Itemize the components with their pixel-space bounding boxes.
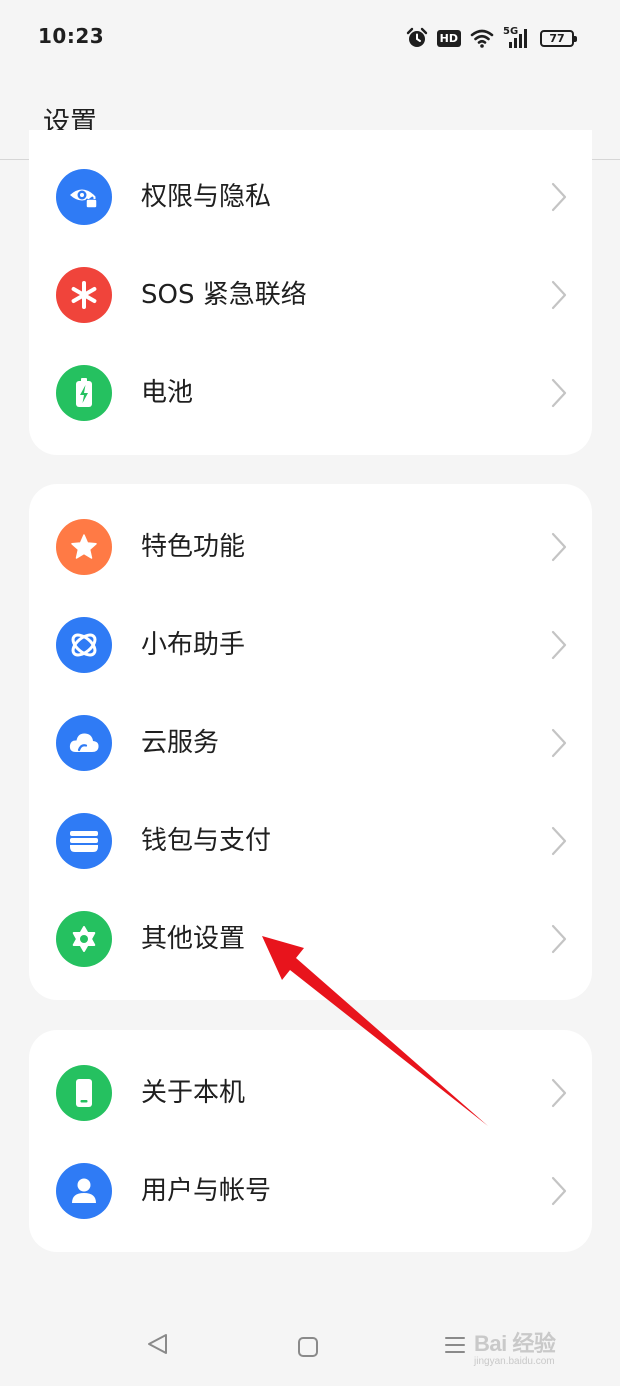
status-bar: 10:23 HD 5G 77	[0, 0, 620, 76]
status-icons: HD 5G 77	[406, 25, 577, 51]
settings-item-battery[interactable]: 电池	[29, 344, 592, 442]
hd-icon: HD	[436, 29, 461, 47]
chevron-right-icon	[551, 924, 567, 954]
chevron-right-icon	[551, 728, 567, 758]
settings-item-other[interactable]: 其他设置	[29, 890, 592, 988]
wifi-icon	[470, 28, 494, 48]
star-icon	[56, 519, 112, 575]
settings-item-label: 权限与隐私	[141, 182, 272, 212]
chevron-right-icon	[551, 532, 567, 562]
settings-item-label: 小布助手	[141, 630, 246, 660]
chevron-right-icon	[551, 182, 567, 212]
back-icon[interactable]	[146, 1333, 170, 1355]
settings-group-3: 关于本机 用户与帐号	[29, 1030, 592, 1252]
settings-item-label: 其他设置	[141, 924, 246, 954]
battery-charge-icon	[56, 365, 112, 421]
chevron-right-icon	[551, 826, 567, 856]
settings-item-about[interactable]: 关于本机	[29, 1044, 592, 1142]
menu-icon[interactable]	[444, 1335, 466, 1355]
settings-group-2: 特色功能 小布助手 云服务 钱包与支付 其他设置	[29, 484, 592, 1000]
settings-item-sos[interactable]: SOS 紧急联络	[29, 246, 592, 344]
home-icon[interactable]	[297, 1336, 319, 1358]
chevron-right-icon	[551, 1176, 567, 1206]
settings-item-features[interactable]: 特色功能	[29, 498, 592, 596]
chevron-right-icon	[551, 1078, 567, 1108]
settings-item-assistant[interactable]: 小布助手	[29, 596, 592, 694]
privacy-eye-lock-icon	[56, 169, 112, 225]
settings-item-wallet[interactable]: 钱包与支付	[29, 792, 592, 890]
settings-item-users[interactable]: 用户与帐号	[29, 1142, 592, 1240]
phone-icon	[56, 1065, 112, 1121]
settings-item-label: 特色功能	[141, 532, 246, 562]
settings-item-label: 关于本机	[141, 1078, 246, 1108]
gear-icon	[56, 911, 112, 967]
status-time: 10:23	[38, 24, 105, 48]
battery-icon: 77	[540, 29, 577, 47]
chevron-right-icon	[551, 630, 567, 660]
alarm-icon	[406, 27, 428, 49]
settings-item-label: SOS 紧急联络	[141, 280, 307, 310]
watermark-sub: jingyan.baidu.com	[474, 1356, 555, 1367]
signal-5g-icon: 5G	[503, 26, 531, 49]
wallet-icon	[56, 813, 112, 869]
settings-item-label: 云服务	[141, 728, 220, 758]
navigation-bar: Bai 经验 jingyan.baidu.com	[0, 1300, 620, 1386]
chevron-right-icon	[551, 280, 567, 310]
settings-item-privacy[interactable]: 权限与隐私	[29, 148, 592, 246]
settings-item-cloud[interactable]: 云服务	[29, 694, 592, 792]
settings-item-label: 钱包与支付	[141, 826, 272, 856]
settings-item-label: 用户与帐号	[141, 1176, 272, 1206]
assistant-orbit-icon	[56, 617, 112, 673]
chevron-right-icon	[551, 378, 567, 408]
settings-item-label: 电池	[141, 378, 194, 408]
settings-group-1: 权限与隐私 SOS 紧急联络 电池	[29, 130, 592, 455]
user-icon	[56, 1163, 112, 1219]
cloud-icon	[56, 715, 112, 771]
watermark-text: Bai 经验	[474, 1331, 556, 1356]
watermark: Bai 经验 jingyan.baidu.com	[474, 1326, 594, 1367]
sos-asterisk-icon	[56, 267, 112, 323]
